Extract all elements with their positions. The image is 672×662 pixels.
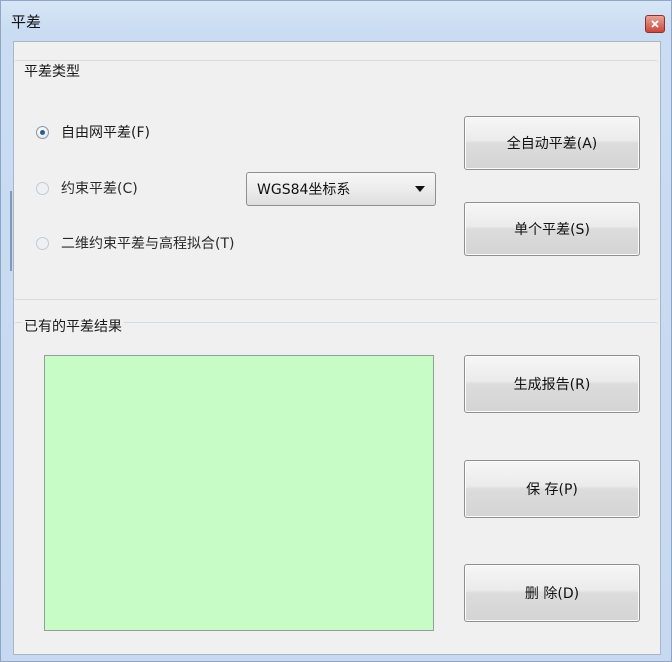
dialog-window: 平差 平差类型 自由网平差(F) 约束平差(C) 二维约束平差与高程拟合(T) …: [0, 0, 672, 662]
radio-free-network[interactable]: 自由网平差(F): [36, 122, 150, 142]
window-title: 平差: [11, 13, 42, 31]
single-adjust-button[interactable]: 单个平差(S): [464, 202, 640, 256]
window-edge-accent: [10, 191, 12, 271]
close-button[interactable]: [645, 15, 665, 33]
radio-label: 约束平差(C): [61, 181, 138, 197]
radio-label: 二维约束平差与高程拟合(T): [61, 236, 235, 252]
radio-2d-constrained-height-fitting[interactable]: 二维约束平差与高程拟合(T): [36, 233, 234, 253]
adjust-type-group-title: 平差类型: [22, 61, 82, 81]
radio-button[interactable]: [36, 236, 49, 250]
results-list[interactable]: [44, 355, 434, 631]
radio-constrained[interactable]: 约束平差(C): [36, 178, 138, 198]
save-button[interactable]: 保 存(P): [464, 460, 640, 518]
radio-label: 自由网平差(F): [61, 125, 150, 141]
delete-button[interactable]: 删 除(D): [464, 564, 640, 622]
chevron-down-icon: [415, 186, 425, 192]
title-bar[interactable]: 平差: [1, 1, 671, 39]
radio-button[interactable]: [36, 125, 49, 139]
auto-adjust-button[interactable]: 全自动平差(A): [464, 116, 640, 170]
dialog-body: 平差类型 自由网平差(F) 约束平差(C) 二维约束平差与高程拟合(T) WGS…: [13, 41, 661, 655]
coordinate-system-select[interactable]: WGS84坐标系: [246, 172, 436, 206]
close-icon: [651, 20, 659, 28]
generate-report-button[interactable]: 生成报告(R): [464, 355, 640, 413]
radio-button[interactable]: [36, 181, 49, 195]
coordinate-system-value: WGS84坐标系: [257, 182, 351, 198]
results-group-title: 已有的平差结果: [22, 316, 124, 336]
